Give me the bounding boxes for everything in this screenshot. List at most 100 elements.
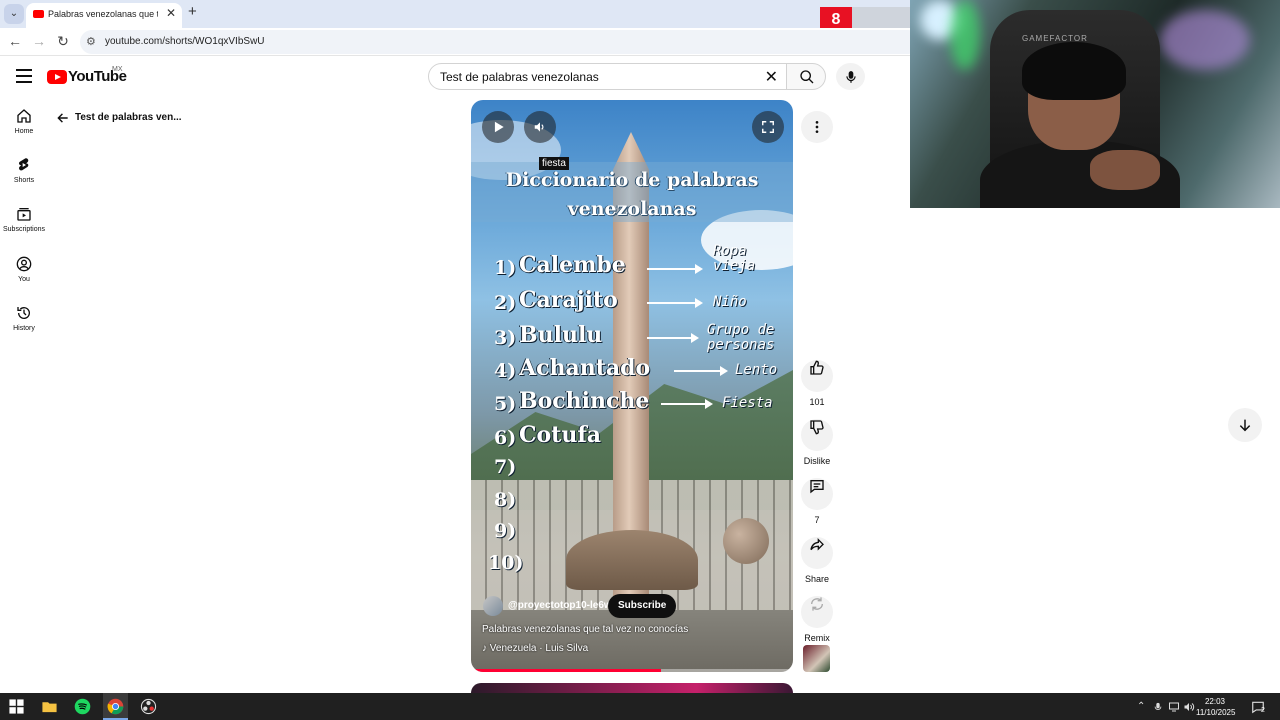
word-number: 3) xyxy=(494,327,517,349)
remix-button[interactable]: Remix xyxy=(795,588,839,643)
clock-time: 22:03 xyxy=(1204,697,1226,706)
word-meaning: Ropa vieja xyxy=(713,243,756,274)
chrome-taskbar-button[interactable] xyxy=(103,693,128,720)
system-clock[interactable]: 22:03 11/10/2025 xyxy=(1196,696,1236,718)
progress-fill xyxy=(471,669,661,672)
like-button[interactable]: 101 xyxy=(795,352,839,407)
channel-name[interactable]: @proyectotop10-le6wi xyxy=(508,600,614,611)
search-input[interactable]: Test de palabras venezolanas ✕ xyxy=(428,63,787,90)
new-tab-icon[interactable]: + xyxy=(188,3,197,20)
shorts-player[interactable]: Diccionario de palabras venezolanas 1) C… xyxy=(471,100,793,672)
arrow-down-icon xyxy=(1239,419,1251,432)
sound-thumbnail[interactable] xyxy=(803,645,830,672)
microphone-icon xyxy=(846,71,856,83)
voice-search-button[interactable] xyxy=(836,63,865,90)
next-video-button[interactable] xyxy=(1228,408,1262,442)
word-number: 10) xyxy=(488,552,524,574)
guide-menu-icon[interactable] xyxy=(16,69,32,83)
word-text: Cotufa xyxy=(519,422,602,448)
comments-button[interactable]: 7 xyxy=(795,470,839,525)
word-text: Carajito xyxy=(519,287,618,313)
share-icon xyxy=(810,538,824,551)
word-number: 4) xyxy=(494,360,517,382)
video-overlay-title: Diccionario de palabras venezolanas xyxy=(505,169,759,220)
back-title: Test de palabras ven... xyxy=(75,112,182,123)
clear-search-icon[interactable]: ✕ xyxy=(765,67,778,87)
spotify-icon[interactable] xyxy=(74,698,91,715)
word-row: 8) xyxy=(471,487,793,521)
progress-bar[interactable] xyxy=(471,669,793,672)
word-row: 5) Bochinche Fiesta xyxy=(471,386,793,420)
network-icon[interactable] xyxy=(1168,701,1180,713)
forward-icon[interactable]: → xyxy=(30,33,48,49)
sidebar-label: Shorts xyxy=(13,177,35,184)
caption-tag: fiesta xyxy=(539,157,569,170)
person-hair xyxy=(1022,42,1126,100)
word-number: 6) xyxy=(494,427,517,449)
clock-date: 11/10/2025 xyxy=(1196,708,1236,717)
word-text: Calembe xyxy=(519,252,626,278)
windows-taskbar xyxy=(0,693,1280,720)
volume-icon xyxy=(534,122,544,132)
youtube-play-logo-icon xyxy=(47,70,67,84)
tab-search-menu-icon[interactable]: ⌄ xyxy=(4,4,24,24)
sidebar-label: History xyxy=(13,325,35,332)
speaker-icon[interactable] xyxy=(1183,701,1195,713)
word-number: 7) xyxy=(494,456,517,478)
fullscreen-button[interactable] xyxy=(752,111,784,143)
sidebar-label: You xyxy=(18,276,30,283)
comment-icon xyxy=(810,480,824,494)
dislike-label: Dislike xyxy=(803,456,831,466)
like-count: 101 xyxy=(809,397,825,407)
sidebar-item-home[interactable]: Home xyxy=(0,108,48,135)
music-credit[interactable]: ♪ Venezuela · Luis Silva xyxy=(482,643,588,654)
file-explorer-icon[interactable] xyxy=(41,698,58,715)
music-text: Venezuela · Luis Silva xyxy=(489,643,589,654)
history-icon xyxy=(17,307,30,319)
mute-button[interactable] xyxy=(524,111,556,143)
url-text: youtube.com/shorts/WO1qxVIbSwU xyxy=(105,36,265,47)
subscribe-button[interactable]: Subscribe xyxy=(608,594,677,618)
search-button[interactable] xyxy=(786,63,826,90)
word-text: Bululu xyxy=(519,322,603,348)
browser-tab-active[interactable]: Palabras venezolanas que tal vez no cono… xyxy=(26,3,182,28)
address-bar[interactable]: ⚙ youtube.com/shorts/WO1qxVIbSwU xyxy=(80,30,920,54)
reload-icon[interactable]: ↻ xyxy=(54,33,72,50)
channel-avatar[interactable] xyxy=(483,596,503,616)
dislike-button[interactable]: Dislike xyxy=(795,411,839,466)
word-row: 1) Calembe Ropa vieja xyxy=(471,244,793,284)
word-text: Achantado xyxy=(519,355,651,381)
video-description[interactable]: Palabras venezolanas que tal vez no cono… xyxy=(482,624,688,635)
remix-label: Remix xyxy=(804,633,830,643)
search-icon xyxy=(800,70,814,84)
obs-icon[interactable] xyxy=(140,698,157,715)
mic-tray-icon[interactable] xyxy=(1153,701,1163,713)
subscriptions-icon xyxy=(17,208,31,221)
arrow-icon xyxy=(647,264,703,274)
account-icon xyxy=(16,256,32,272)
sidebar-item-history[interactable]: History xyxy=(0,305,48,332)
remix-icon xyxy=(811,597,823,611)
share-button[interactable]: Share xyxy=(795,529,839,584)
windows-start-icon[interactable] xyxy=(8,698,25,715)
word-meaning: Niño xyxy=(713,294,747,310)
play-icon xyxy=(494,121,504,133)
share-label: Share xyxy=(804,574,830,584)
back-icon[interactable]: ← xyxy=(6,33,24,49)
word-meaning: Grupo de personas xyxy=(707,322,775,353)
word-number: 1) xyxy=(494,257,517,279)
sidebar-item-subscriptions[interactable]: Subscriptions xyxy=(0,206,48,233)
word-number: 2) xyxy=(494,292,517,314)
sidebar-item-shorts[interactable]: Shorts xyxy=(0,157,48,184)
site-info-icon[interactable]: ⚙ xyxy=(86,35,96,48)
play-button[interactable] xyxy=(482,111,514,143)
word-text: Bochinche xyxy=(519,388,650,414)
comment-count: 7 xyxy=(814,515,820,525)
tray-overflow-icon[interactable]: ⌃ xyxy=(1137,701,1145,712)
back-arrow-icon xyxy=(57,113,68,123)
sidebar-item-you[interactable]: You xyxy=(0,256,48,283)
more-actions-button[interactable] xyxy=(801,111,833,143)
tab-close-icon[interactable]: ✕ xyxy=(166,6,176,20)
word-row: 9) xyxy=(471,518,793,552)
word-row: 3) Bululu Grupo de personas xyxy=(471,320,793,354)
